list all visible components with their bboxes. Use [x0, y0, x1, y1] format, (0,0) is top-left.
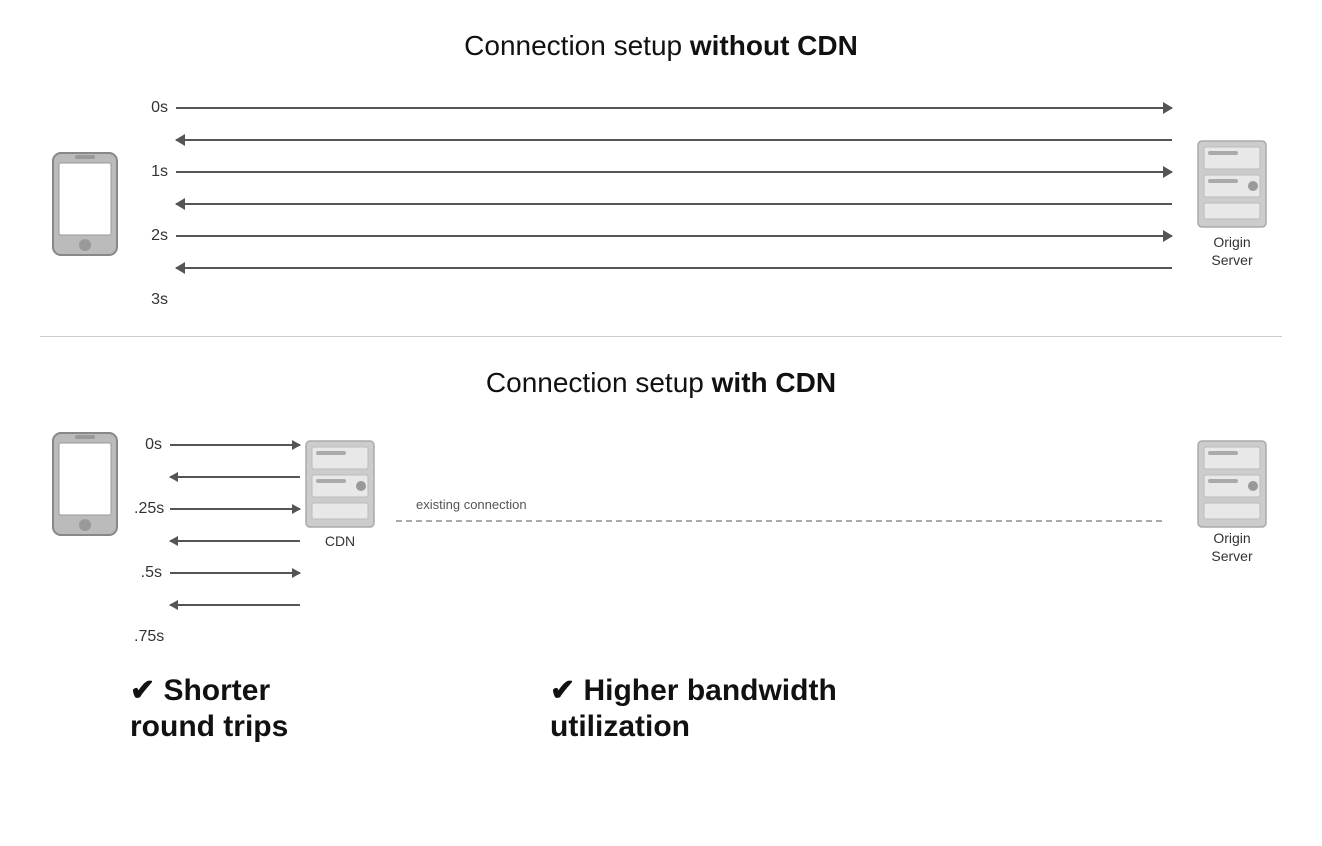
cdn-label: CDN: [325, 533, 355, 549]
cdn-arrow-5-right: [170, 572, 300, 574]
cdn-phone-icon: [40, 429, 130, 539]
cdn-phone-svg: [49, 429, 121, 539]
cdn-row-5: .5s: [134, 557, 300, 589]
cdn-arrow-0-left: [170, 476, 300, 478]
time-2s: 2s: [140, 227, 176, 245]
timeline-row-1-return: 1s: [140, 188, 1172, 220]
arrow-1s-right: [176, 171, 1172, 173]
top-title: Connection setup without CDN: [40, 30, 1282, 62]
top-diagram-row: 0s 0s 1s 1s: [40, 92, 1282, 316]
cdn-row-25: .25s: [134, 493, 300, 525]
cdn-origin-server-label: OriginServer: [1211, 529, 1252, 565]
bottom-title-normal: Connection setup: [486, 367, 712, 398]
top-server-label: OriginServer: [1211, 233, 1252, 269]
timeline-row-0-return: 0s: [140, 124, 1172, 156]
cdn-row-25-return: .25s: [134, 525, 300, 557]
time-1s: 1s: [140, 163, 176, 181]
cdn-arrow-0-right: [170, 444, 300, 446]
server-svg-top: [1196, 139, 1268, 229]
top-origin-server: OriginServer: [1182, 139, 1282, 269]
top-timeline: 0s 0s 1s 1s: [130, 92, 1182, 316]
top-title-normal: Connection setup: [464, 30, 690, 61]
timeline-row-1: 1s: [140, 156, 1172, 188]
cdn-server-svg: [304, 439, 376, 529]
cdn-timeline: 0s 0s .25s .25s .5s: [130, 429, 304, 653]
cdn-arrow-5-left: [170, 604, 300, 606]
page: Connection setup without CDN 0s: [0, 0, 1322, 846]
phone-svg: [49, 149, 121, 259]
benefit-higher-bandwidth: ✔ Higher bandwidth utilization: [550, 673, 1282, 745]
bottom-section: Connection setup with CDN 0s 0s: [0, 337, 1322, 765]
benefits-row: ✔ Shorter round trips ✔ Higher bandwidth…: [40, 673, 1282, 745]
bottom-title: Connection setup with CDN: [40, 367, 1282, 399]
cdn-row-75: .75s: [134, 621, 300, 653]
cdn-arrow-25-left: [170, 540, 300, 542]
benefit-shorter-round-trips: ✔ Shorter round trips: [130, 673, 550, 745]
arrow-2s-left: [176, 267, 1172, 269]
cdn-diagram-row: 0s 0s .25s .25s .5s: [40, 429, 1282, 653]
existing-connection-label: existing connection: [416, 497, 527, 512]
cdn-time-5: .5s: [134, 564, 170, 582]
cdn-arrow-25-right: [170, 508, 300, 510]
cdn-time-25: .25s: [134, 500, 170, 518]
cdn-server-block: CDN: [304, 439, 376, 549]
time-0s: 0s: [140, 99, 176, 117]
cdn-row-5-return: .5s: [134, 589, 300, 621]
timeline-row-2: 2s: [140, 220, 1172, 252]
cdn-middle: existing connection: [376, 429, 1182, 589]
cdn-time-75: .75s: [134, 628, 170, 646]
arrow-1s-left: [176, 203, 1172, 205]
cdn-origin-server-svg: [1196, 439, 1268, 529]
timeline-row-3: 3s: [140, 284, 1172, 316]
phone-icon: [40, 149, 130, 259]
cdn-time-0: 0s: [134, 436, 170, 454]
cdn-right-origin-server: OriginServer: [1182, 439, 1282, 565]
arrow-0s-right: [176, 107, 1172, 109]
dotted-connection-line: [396, 520, 1162, 522]
cdn-row-0: 0s: [134, 429, 300, 461]
arrow-2s-right: [176, 235, 1172, 237]
bottom-title-bold: with CDN: [712, 367, 836, 398]
time-3s: 3s: [140, 291, 176, 309]
top-section: Connection setup without CDN 0s: [0, 0, 1322, 336]
timeline-row-2-return: 2s: [140, 252, 1172, 284]
arrow-0s-left: [176, 139, 1172, 141]
top-title-bold: without CDN: [690, 30, 858, 61]
cdn-row-0-return: 0s: [134, 461, 300, 493]
timeline-row-0: 0s: [140, 92, 1172, 124]
